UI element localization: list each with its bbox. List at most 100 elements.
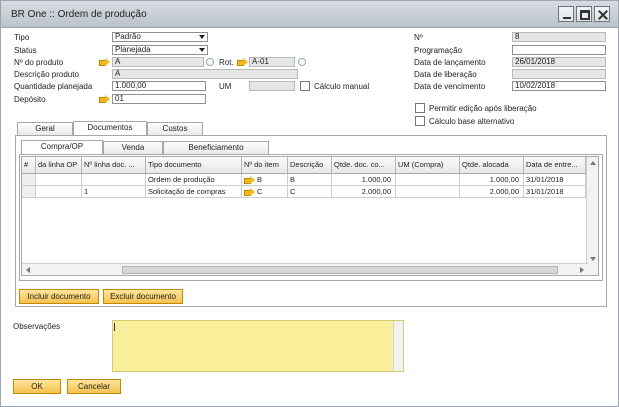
tab-documentos[interactable]: Documentos	[73, 121, 147, 136]
dropdown-arrow-icon	[199, 48, 205, 52]
incluir-documento-button[interactable]: Incluir documento	[19, 289, 99, 304]
numero-label: Nº	[414, 33, 423, 42]
data-lancamento-field[interactable]: 26/01/2018	[512, 57, 606, 67]
tab-compra-op[interactable]: Compra/OP	[21, 140, 103, 155]
tipo-label: Tipo	[14, 33, 30, 42]
horizontal-scrollbar[interactable]	[22, 263, 588, 275]
delivery-date-cell[interactable]: 31/01/2018	[524, 174, 586, 185]
column-header-description[interactable]: Descrição	[288, 157, 332, 173]
calculo-manual-checkbox[interactable]	[300, 81, 310, 91]
numero-produto-field[interactable]: A	[112, 57, 204, 67]
tipo-select[interactable]: Padrão	[112, 32, 208, 42]
item-number-value: C	[257, 187, 263, 196]
status-label: Status	[14, 46, 37, 55]
um-label: UM	[219, 82, 232, 91]
numero-field[interactable]: 8	[512, 32, 606, 42]
calculo-base-checkbox[interactable]	[415, 116, 425, 126]
delivery-date-cell[interactable]: 31/01/2018	[524, 186, 586, 197]
tab-venda[interactable]: Venda	[103, 141, 163, 155]
status-value: Planejada	[115, 45, 151, 54]
lookup-icon[interactable]	[298, 58, 306, 66]
document-type-cell[interactable]: Solicitação de compras	[146, 186, 242, 197]
dropdown-arrow-icon	[199, 35, 205, 39]
quantidade-planejada-field[interactable]: 1.000,00	[112, 81, 206, 91]
calculo-manual-label: Cálculo manual	[314, 82, 370, 91]
observacoes-textarea[interactable]	[112, 320, 404, 372]
permitir-edicao-label: Permitir edição após liberação	[429, 104, 537, 113]
item-number-cell[interactable]: C	[242, 186, 288, 197]
allocated-quantity-cell[interactable]: 2.000,00	[460, 186, 524, 197]
column-header-allocated-quantity[interactable]: Qtde. alocada	[460, 157, 524, 173]
column-header-purchase-um[interactable]: UM (Compra)	[396, 157, 460, 173]
description-cell[interactable]: B	[288, 174, 332, 185]
doc-quantity-cell[interactable]: 1.000,00	[332, 174, 396, 185]
op-line-cell[interactable]	[36, 174, 82, 185]
scroll-left-button[interactable]	[23, 265, 33, 275]
row-number-cell	[22, 186, 36, 197]
description-cell[interactable]: C	[288, 186, 332, 197]
chevron-left-icon	[26, 267, 30, 273]
column-header-item-number[interactable]: Nº do item	[242, 157, 288, 173]
rot-label: Rot.	[219, 58, 234, 67]
data-liberacao-label: Data de liberação	[414, 70, 477, 79]
lookup-icon[interactable]	[206, 58, 214, 66]
link-arrow-icon[interactable]	[244, 188, 255, 196]
table-row[interactable]: 1 Solicitação de compras C C 2.000,00 2.…	[22, 186, 598, 198]
descricao-produto-field[interactable]: A	[112, 69, 298, 79]
chevron-down-icon	[590, 257, 596, 261]
scroll-up-button[interactable]	[588, 158, 598, 168]
ok-button[interactable]: OK	[13, 379, 61, 394]
programacao-field[interactable]	[512, 45, 606, 55]
link-arrow-icon[interactable]	[237, 58, 248, 66]
vertical-scrollbar[interactable]	[586, 157, 598, 275]
doc-line-cell[interactable]	[82, 174, 146, 185]
purchase-um-cell[interactable]	[396, 186, 460, 197]
column-header-delivery-date[interactable]: Data de entre...	[524, 157, 586, 173]
scroll-down-button[interactable]	[588, 254, 598, 264]
tab-custos[interactable]: Custos	[147, 122, 203, 136]
table-row[interactable]: Ordem de produção B B 1.000,00 1.000,00 …	[22, 174, 598, 186]
doc-quantity-cell[interactable]: 2.000,00	[332, 186, 396, 197]
scroll-right-button[interactable]	[577, 265, 587, 275]
textarea-scrollbar[interactable]	[393, 321, 403, 371]
data-liberacao-field[interactable]	[512, 69, 606, 79]
purchase-um-cell[interactable]	[396, 174, 460, 185]
link-arrow-icon[interactable]	[99, 58, 110, 66]
tab-beneficiamento[interactable]: Beneficiamento	[163, 141, 269, 155]
cancel-button[interactable]: Cancelar	[67, 379, 121, 394]
column-header-doc-quantity[interactable]: Qtde. doc. co...	[332, 157, 396, 173]
deposito-field[interactable]: 01	[112, 94, 206, 104]
grid-header: # da linha OP Nº linha doc. ... Tipo doc…	[22, 157, 598, 174]
link-arrow-icon[interactable]	[244, 176, 255, 184]
op-line-cell[interactable]	[36, 186, 82, 197]
close-button[interactable]	[594, 6, 610, 22]
rot-field[interactable]: A-01	[249, 57, 295, 67]
row-number-cell	[22, 174, 36, 185]
column-header-op-line[interactable]: da linha OP	[36, 157, 82, 173]
tab-geral[interactable]: Geral	[17, 122, 73, 136]
item-number-value: B	[257, 175, 263, 184]
document-type-cell[interactable]: Ordem de produção	[146, 174, 242, 185]
allocated-quantity-cell[interactable]: 1.000,00	[460, 174, 524, 185]
minimize-icon	[563, 17, 571, 19]
column-header-document-type[interactable]: Tipo documento	[146, 157, 242, 173]
um-field[interactable]	[249, 81, 295, 91]
chevron-right-icon	[580, 267, 584, 273]
minimize-button[interactable]	[558, 6, 574, 22]
data-vencimento-field[interactable]: 10/02/2018	[512, 81, 606, 91]
column-header-doc-line[interactable]: Nº linha doc. ...	[82, 157, 146, 173]
maximize-button[interactable]	[576, 6, 592, 22]
tipo-value: Padrão	[115, 32, 141, 41]
chevron-up-icon	[590, 161, 596, 165]
empty-row	[22, 198, 598, 210]
excluir-documento-button[interactable]: Excluir documento	[103, 289, 183, 304]
link-arrow-icon[interactable]	[99, 95, 110, 103]
doc-line-cell[interactable]: 1	[82, 186, 146, 197]
status-select[interactable]: Planejada	[112, 45, 208, 55]
permitir-edicao-checkbox[interactable]	[415, 103, 425, 113]
title-bar[interactable]: BR One :: Ordem de produção	[1, 1, 618, 28]
horizontal-scroll-thumb[interactable]	[122, 266, 558, 274]
quantidade-planejada-label: Quantidade planejada	[14, 82, 93, 91]
item-number-cell[interactable]: B	[242, 174, 288, 185]
column-header-number[interactable]: #	[22, 157, 36, 173]
